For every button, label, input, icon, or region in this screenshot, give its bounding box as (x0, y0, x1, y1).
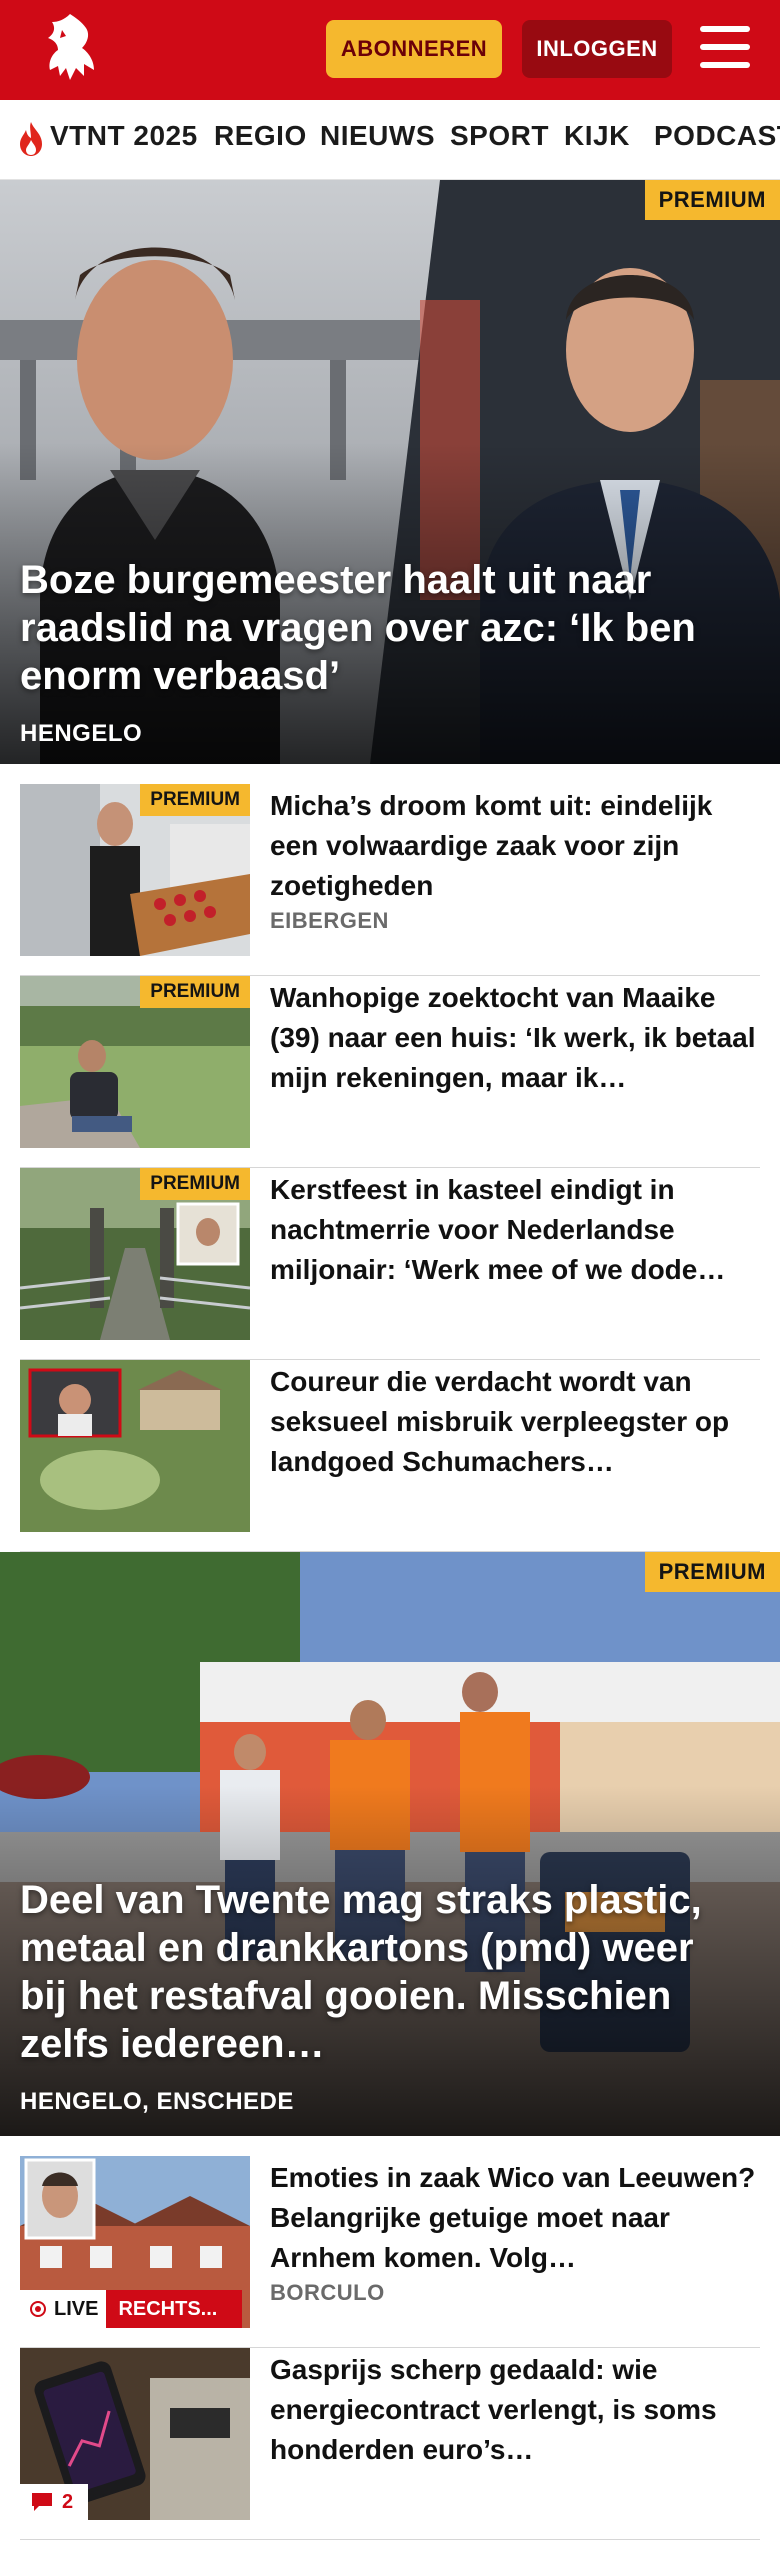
nav-item-kijk[interactable]: KIJK (564, 120, 630, 152)
list-item[interactable]: PREMIUM Micha’s droom komt uit: eindelij… (20, 784, 760, 976)
comment-icon (32, 2493, 52, 2511)
article-thumbnail: PREMIUM (20, 1168, 250, 1340)
list-item[interactable]: LIVE RECHTS... Emoties in zaak Wico van … (20, 2156, 760, 2348)
hero-1-title[interactable]: Boze burgemeester haalt uit naar raadsli… (20, 556, 740, 700)
hero-article-2[interactable]: PREMIUM Deel van Twente mag straks plast… (0, 1552, 780, 2136)
article-location: EIBERGEN (270, 908, 389, 933)
nav-item-nieuws[interactable]: NIEUWS (320, 120, 435, 152)
premium-badge: PREMIUM (644, 1552, 780, 1592)
article-headline[interactable]: Wanhopige zoektocht van Maaike (39) naar… (270, 978, 760, 1098)
article-location: BORCULO (270, 2280, 385, 2305)
section-nav: VTNT 2025 REGIO NIEUWS SPORT KIJK PODCAS… (0, 100, 780, 180)
article-headline[interactable]: Coureur die verdacht wordt van seksueel … (270, 1362, 760, 1482)
hero-2-title[interactable]: Deel van Twente mag straks plastic, meta… (20, 1876, 740, 2068)
article-thumbnail: PREMIUM (20, 784, 250, 956)
premium-badge: PREMIUM (140, 784, 250, 816)
premium-badge: PREMIUM (644, 180, 780, 220)
list-item[interactable]: Coureur die verdacht wordt van seksueel … (20, 1360, 760, 1552)
article-thumbnail: PREMIUM (20, 976, 250, 1148)
hero-1-location: HENGELO (20, 720, 143, 747)
hero-article-1[interactable]: PREMIUM Boze burgemeester haalt uit naar… (0, 180, 780, 764)
live-label-group: LIVE RECHTS... (20, 2290, 243, 2328)
menu-icon[interactable] (700, 26, 752, 72)
nav-item-sport[interactable]: SPORT (450, 120, 549, 152)
article-headline[interactable]: Emoties in zaak Wico van Leeuwen? Belang… (270, 2158, 760, 2278)
live-dot-icon (30, 2301, 46, 2317)
login-button[interactable]: INLOGGEN (522, 20, 672, 78)
top-header: ABONNEREN INLOGGEN (0, 0, 780, 100)
live-badge: LIVE (20, 2290, 107, 2328)
article-headline[interactable]: Kerstfeest in kasteel eindigt in nachtme… (270, 1170, 760, 1290)
article-thumbnail (20, 1360, 250, 1532)
tubantia-horse-logo-icon[interactable] (36, 10, 106, 90)
list-item[interactable]: PREMIUM Kerstfeest in kasteel eindigt in… (20, 1168, 760, 1360)
list-item[interactable]: 2 Gasprijs scherp gedaald: wie energieco… (20, 2348, 760, 2540)
subscribe-button[interactable]: ABONNEREN (326, 20, 502, 78)
list-item[interactable]: PREMIUM Wanhopige zoektocht van Maaike (… (20, 976, 760, 1168)
article-thumbnail: 2 (20, 2348, 250, 2520)
comment-count-badge[interactable]: 2 (20, 2484, 88, 2520)
article-headline[interactable]: Gasprijs scherp gedaald: wie energiecont… (270, 2350, 760, 2470)
article-headline[interactable]: Micha’s droom komt uit: eindelijk een vo… (270, 786, 760, 906)
premium-badge: PREMIUM (140, 976, 250, 1008)
category-tag: RECHTS... (106, 2290, 243, 2328)
article-thumbnail: LIVE RECHTS... (20, 2156, 250, 2328)
nav-item-vtnt-2025[interactable]: VTNT 2025 (50, 120, 198, 152)
comment-count: 2 (62, 2490, 74, 2513)
live-label: LIVE (54, 2298, 99, 2320)
nav-item-podcast[interactable]: PODCAST (654, 120, 780, 152)
flame-icon (20, 122, 42, 156)
nav-item-regio[interactable]: REGIO (214, 120, 307, 152)
hero-2-location: HENGELO, ENSCHEDE (20, 2088, 294, 2115)
premium-badge: PREMIUM (140, 1168, 250, 1200)
